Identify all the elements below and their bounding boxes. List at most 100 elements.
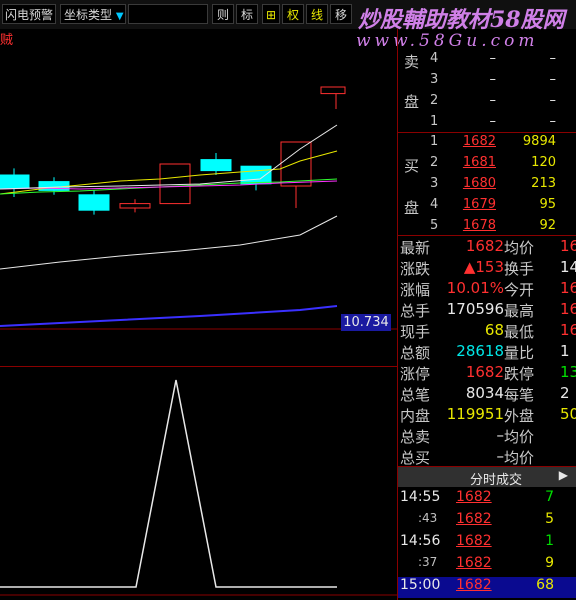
buy-price: 1681 — [462, 155, 496, 170]
candle-body[interactable] — [159, 163, 191, 205]
dropdown-arrow-icon: ▼ — [115, 11, 124, 22]
quote-row: 总手 170596 最高 16 — [398, 300, 576, 321]
tick-row[interactable]: 14:55 1682 7 — [398, 489, 576, 510]
tick-row[interactable]: 14:56 1682 1 — [398, 533, 576, 554]
buy-vol: 213 — [531, 176, 556, 191]
candle-body[interactable] — [119, 203, 151, 209]
tick-vol: 7 — [545, 489, 554, 505]
quote-row: 最新 1682 均价 16 — [398, 237, 576, 258]
quan-button[interactable]: 权 — [282, 4, 304, 24]
divider — [398, 132, 576, 133]
buy-level: 4 — [430, 197, 439, 212]
ze-button[interactable]: 则 — [212, 4, 234, 24]
buy-vol: 95 — [539, 197, 556, 212]
chevron-right-icon[interactable]: ▶ — [559, 468, 568, 482]
xian-button[interactable]: 线 — [306, 4, 328, 24]
buy-row[interactable]: 1 1682 9894 — [398, 134, 576, 155]
coord-type-select[interactable]: 坐标类型 ▼ — [60, 4, 126, 24]
flash-alert-button[interactable]: 闪电预警 — [2, 4, 56, 24]
quote-label-2: 均价 — [504, 449, 535, 467]
tick-price: 1682 — [456, 555, 492, 571]
ticks-header-label: 分时成交 — [470, 473, 523, 488]
tick-row[interactable]: 15:00 1682 68 — [398, 577, 576, 598]
quote-value: 10.01% — [446, 279, 504, 297]
quote-label-2: 外盘 — [504, 407, 535, 425]
tick-row[interactable]: :43 1682 5 — [398, 511, 576, 532]
sell-vol: – — [549, 93, 557, 108]
ma-value-badge: 10.734 — [341, 314, 391, 331]
buy-level: 5 — [430, 218, 439, 233]
buy-row[interactable]: 4 1679 95 — [398, 197, 576, 218]
quote-value: 170596 — [446, 300, 504, 318]
quote-label: 总额 — [400, 344, 431, 362]
candle-body[interactable] — [78, 194, 110, 211]
quote-label: 总卖 — [400, 428, 431, 446]
quote-value: 8034 — [465, 384, 504, 402]
candlestick-chart[interactable]: 贼 10.734 — [0, 29, 397, 367]
quote-value-2: 1 — [560, 342, 570, 360]
quote-label: 内盘 — [400, 407, 431, 425]
buy-level: 2 — [430, 155, 439, 170]
buy-vol: 92 — [539, 218, 556, 233]
buy-row[interactable]: 2 1681 120 — [398, 155, 576, 176]
ticks-header[interactable]: 分时成交 ▶ — [398, 467, 576, 488]
candle-body[interactable] — [200, 159, 232, 172]
quote-label: 涨跌 — [400, 260, 431, 278]
candle-body[interactable] — [280, 141, 312, 187]
sell-level: 2 — [430, 93, 439, 108]
add-icon[interactable]: ⊞ — [262, 4, 280, 24]
yi-button[interactable]: 移 — [330, 4, 352, 24]
quote-value-2: 2 — [560, 384, 570, 402]
sell-level: 4 — [430, 51, 439, 66]
sell-row[interactable]: 4 – – — [398, 51, 576, 72]
indicator-chart[interactable] — [0, 368, 397, 600]
sell-vol: – — [549, 114, 557, 129]
quote-value-2: 13 — [560, 363, 576, 381]
candle-body[interactable] — [320, 86, 346, 95]
quote-row: 总卖 – 均价 — [398, 426, 576, 447]
quote-value-2: 16 — [560, 279, 576, 297]
tick-time: 14:55 — [400, 489, 441, 505]
quote-value: 1682 — [465, 363, 504, 381]
tick-price: 1682 — [456, 533, 492, 549]
tick-price: 1682 — [456, 511, 492, 527]
tick-row[interactable]: :37 1682 9 — [398, 555, 576, 576]
candle-body[interactable] — [240, 165, 272, 185]
toolbar: 闪电预警 坐标类型 ▼ 则 标 ⊞ 权 线 移 炒股輔助教材58股网 — [0, 0, 576, 33]
sell-price: – — [489, 51, 497, 66]
sell-price: – — [489, 114, 497, 129]
biao-button[interactable]: 标 — [236, 4, 258, 24]
candle-svg — [0, 86, 397, 330]
pane-separator — [0, 366, 397, 367]
sell-level: 1 — [430, 114, 439, 129]
quote-row: 总笔 8034 每笔 2 — [398, 384, 576, 405]
candle-body[interactable] — [0, 174, 30, 189]
tick-price: 1682 — [456, 577, 492, 593]
quote-value-2: 500 — [560, 405, 576, 423]
ma-line-white — [0, 215, 338, 270]
buy-price: 1678 — [462, 218, 496, 233]
quote-label: 总手 — [400, 302, 431, 320]
quote-label-2: 今开 — [504, 281, 535, 299]
sell-row[interactable]: 2 – – — [398, 93, 576, 114]
sell-price: – — [489, 93, 497, 108]
quote-value: 28618 — [456, 342, 504, 360]
quote-label: 涨停 — [400, 365, 431, 383]
ma-line-blue — [0, 305, 338, 327]
quote-row: 总额 28618 量比 1 — [398, 342, 576, 363]
quote-label-2: 每笔 — [504, 386, 535, 404]
quote-value: 119951 — [446, 405, 504, 423]
buy-row[interactable]: 3 1680 213 — [398, 176, 576, 197]
tick-time: :37 — [418, 555, 438, 569]
buy-vol: 120 — [531, 155, 556, 170]
quote-value-2: 14.2 — [560, 258, 576, 276]
sell-row[interactable]: 3 – – — [398, 72, 576, 93]
quote-value: ▲153 — [463, 258, 504, 276]
quote-label: 现手 — [400, 323, 431, 341]
quote-value-2: 16 — [560, 237, 576, 255]
quote-row: 现手 68 最低 16 — [398, 321, 576, 342]
quote-label-2: 跌停 — [504, 365, 535, 383]
coord-type-input[interactable] — [128, 4, 208, 24]
tick-time: 15:00 — [400, 577, 441, 593]
quote-value: 68 — [484, 321, 504, 339]
